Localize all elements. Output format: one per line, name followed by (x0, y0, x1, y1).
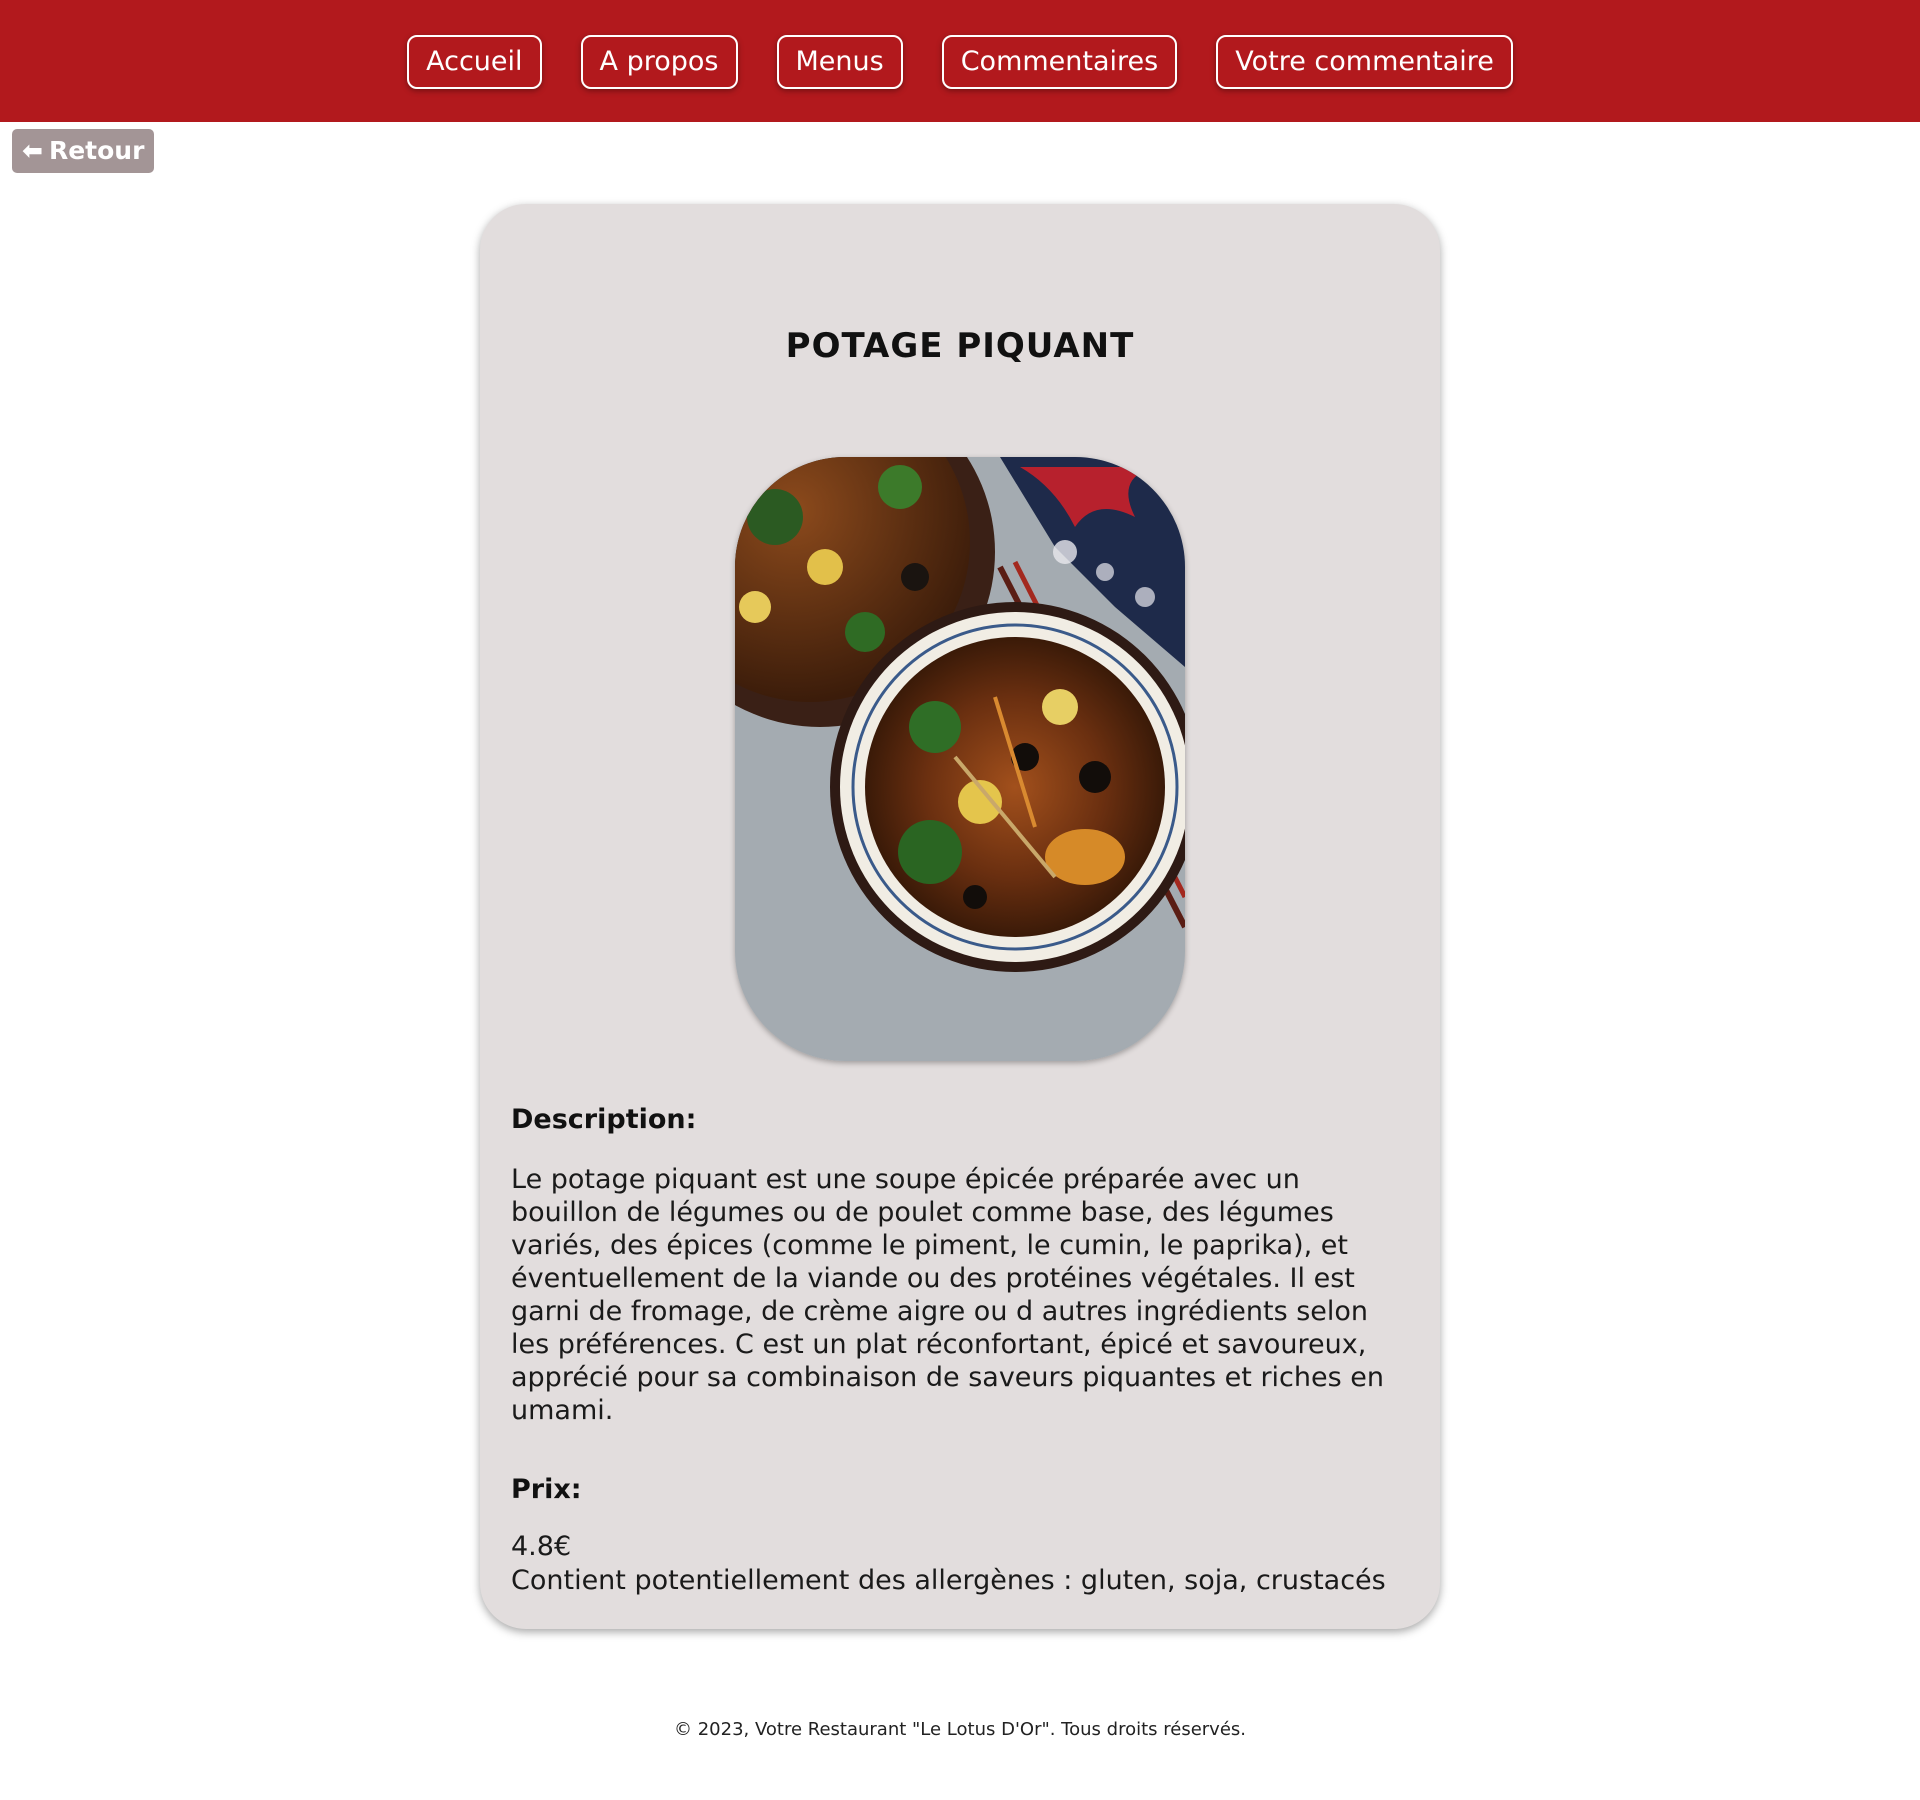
dish-description: Le potage piquant est une soupe épicée p… (511, 1164, 1384, 1426)
back-button-label: Retour (48, 136, 145, 165)
top-navigation-bar: Accueil A propos Menus Commentaires Votr… (0, 0, 1920, 122)
nav-button-a-propos[interactable]: A propos (580, 35, 738, 89)
main-nav: Accueil A propos Menus Commentaires Votr… (0, 35, 1920, 89)
footer-copyright: © 2023, Votre Restaurant "Le Lotus D'Or"… (673, 1719, 1247, 1740)
nav-button-commentaires[interactable]: Commentaires (941, 35, 1178, 89)
arrow-left-icon: ⬅ (22, 136, 43, 165)
soup-bowl-photo (735, 457, 1185, 1061)
back-button[interactable]: ⬅ Retour (12, 129, 155, 173)
price-label: Prix: (511, 1474, 582, 1505)
nav-button-votre-commentaire[interactable]: Votre commentaire (1216, 35, 1513, 89)
dish-title: POTAGE PIQUANT (785, 326, 1135, 366)
description-label: Description: (511, 1104, 697, 1135)
allergen-notice: Contient potentiellement des allergènes … (511, 1565, 1386, 1596)
nav-button-menus[interactable]: Menus (776, 35, 903, 89)
dish-card: POTAGE PIQUANT Description: Le potage pi… (480, 204, 1440, 1629)
nav-button-accueil[interactable]: Accueil (407, 35, 542, 89)
dish-price: 4.8€ (511, 1531, 572, 1562)
